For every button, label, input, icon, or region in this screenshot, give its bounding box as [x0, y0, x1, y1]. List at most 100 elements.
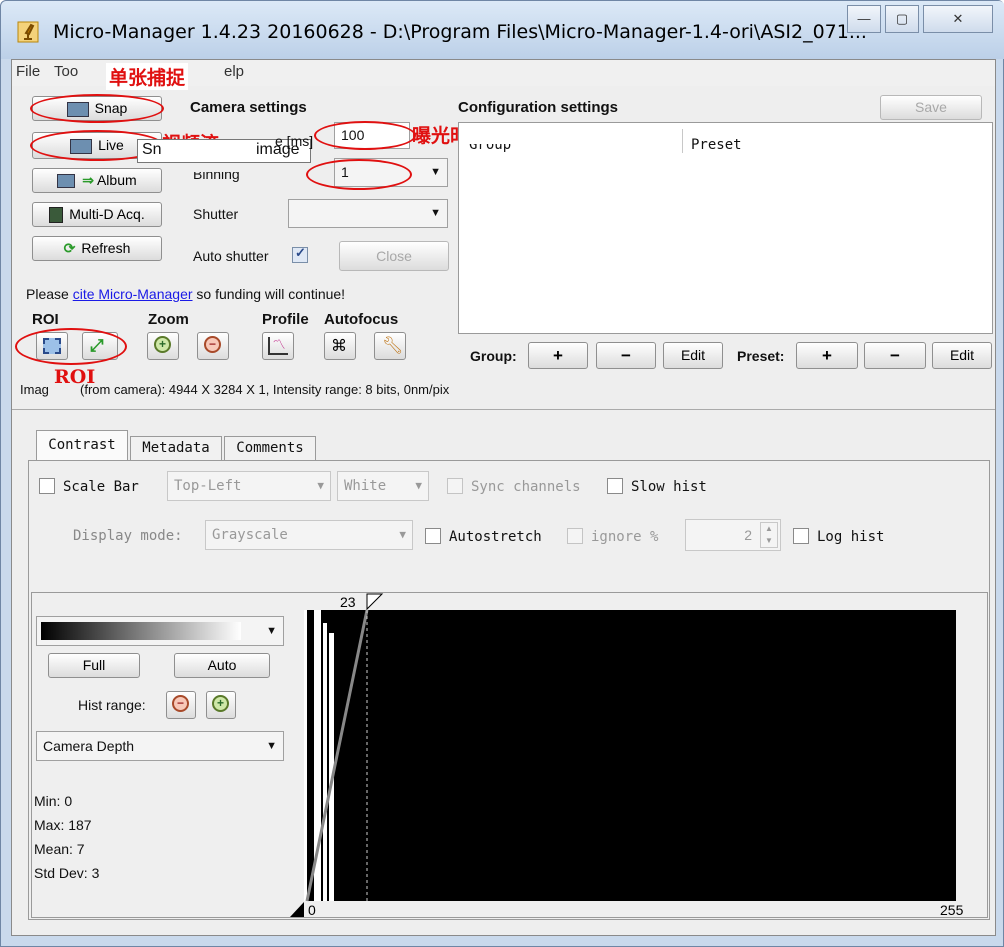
camera-settings-title: Camera settings [190, 99, 307, 116]
sync-channels-checkbox[interactable] [447, 478, 463, 494]
edit-preset-button[interactable]: Edit [932, 342, 992, 369]
autofocus-settings-button[interactable]: 🔧︎ [374, 332, 406, 360]
tooltip-left: Sn [142, 141, 162, 158]
display-mode-label: Display mode: [73, 528, 183, 544]
edit-group-button[interactable]: Edit [663, 342, 723, 369]
ignore-percent-label: ignore % [591, 529, 659, 545]
depth-select[interactable]: Camera Depth ▼ [36, 731, 284, 761]
gradient-swatch [41, 622, 241, 640]
refresh-button[interactable]: ⟳ Refresh [32, 236, 162, 261]
add-preset-button[interactable]: + [796, 342, 858, 369]
tab-comments[interactable]: Comments [224, 436, 316, 460]
scale-bar-position-select[interactable]: Top-Left ▼ [167, 471, 331, 501]
stat-stddev: Std Dev: 3 [34, 865, 100, 881]
axis-max-label: 255 [940, 902, 964, 918]
zoom-in-button[interactable]: + [147, 332, 179, 360]
section-divider [12, 409, 995, 410]
close-window-button[interactable]: ✕ [923, 5, 993, 33]
window-title: Micro-Manager 1.4.23 20160628 - D:\Progr… [53, 21, 867, 43]
tab-contrast[interactable]: Contrast [36, 430, 128, 460]
camera-icon [57, 174, 76, 189]
save-config-button[interactable]: Save [880, 95, 982, 120]
histogram-area: ▼ Full Auto Hist range: − + Camera Depth… [31, 592, 988, 918]
auto-shutter-checkbox[interactable]: ✓ [292, 245, 308, 263]
histogram-background [304, 610, 956, 901]
remove-preset-button[interactable]: − [864, 342, 926, 369]
log-hist-checkbox[interactable] [793, 528, 809, 544]
zoom-out-icon: − [204, 336, 221, 353]
exposure-highlight [314, 121, 416, 150]
autostretch-checkbox[interactable] [425, 528, 441, 544]
arrow-right-icon: ⇒ [82, 172, 94, 188]
roi-highlight [15, 328, 127, 365]
chevron-down-icon: ▼ [415, 479, 422, 492]
chevron-down-icon: ▼ [430, 166, 441, 178]
preset-label: Preset: [737, 348, 785, 364]
zoom-out-button[interactable]: − [197, 332, 229, 360]
multi-d-acq-button[interactable]: Multi-D Acq. [32, 202, 162, 227]
line-profile-button[interactable]: 〽 [262, 332, 294, 360]
menu-help[interactable]: elp [224, 63, 244, 80]
histogram-plot[interactable]: 23 0 255 [290, 593, 970, 918]
exposure-label: e [ms] [275, 133, 314, 149]
scale-bar-color-value: White [344, 478, 387, 494]
film-icon [49, 207, 64, 224]
title-bar[interactable]: Micro-Manager 1.4.23 20160628 - D:\Progr… [1, 1, 1004, 59]
refresh-icon: ⟳ [63, 240, 76, 256]
column-divider [682, 129, 683, 153]
auto-shutter-label: Auto shutter [193, 248, 269, 264]
slow-hist-label: Slow hist [631, 479, 707, 495]
hist-zoom-out-button[interactable]: − [166, 691, 196, 719]
min-handle[interactable] [290, 902, 304, 917]
ignore-percent-spinner[interactable]: 2 ▲ ▼ [685, 519, 781, 551]
autofocus-button[interactable]: ⌘ [324, 332, 356, 360]
scale-bar-color-select[interactable]: White ▼ [337, 471, 429, 501]
configuration-table[interactable]: Group Preset [458, 122, 993, 334]
cite-link[interactable]: cite Micro-Manager [73, 286, 193, 302]
stat-max: Max: 187 [34, 817, 92, 833]
tab-metadata[interactable]: Metadata [130, 436, 222, 460]
configuration-settings-title: Configuration settings [458, 99, 618, 116]
autostretch-label: Autostretch [449, 529, 542, 545]
cite-text: Please cite Micro-Manager so funding wil… [26, 286, 345, 302]
stat-min: Min: 0 [34, 793, 73, 809]
zoom-in-icon: + [212, 695, 229, 712]
album-button[interactable]: ⇒ Album [32, 168, 162, 193]
zoom-out-icon: − [172, 695, 189, 712]
zoom-group-label: Zoom [148, 311, 189, 328]
album-label: Album [96, 172, 137, 188]
chevron-down-icon: ▼ [430, 207, 441, 219]
stats-list: Min: 0 Max: 187 Mean: 7 Std Dev: 3 [34, 789, 99, 885]
scale-bar-label: Scale Bar [63, 479, 139, 495]
auto-range-button[interactable]: Auto [174, 653, 270, 678]
add-group-button[interactable]: + [528, 342, 588, 369]
maximize-button[interactable]: ▢ [885, 5, 919, 33]
close-shutter-button[interactable]: Close [339, 241, 449, 271]
menu-tools[interactable]: Too [54, 63, 78, 80]
contrast-panel: Scale Bar Top-Left ▼ White ▼ Sync channe… [28, 460, 990, 920]
minimize-button[interactable]: — [847, 5, 881, 33]
max-handle[interactable] [366, 593, 384, 611]
scale-bar-checkbox[interactable] [39, 478, 55, 494]
full-range-button[interactable]: Full [48, 653, 140, 678]
hist-zoom-in-button[interactable]: + [206, 691, 236, 719]
ignore-percent-value: 2 [744, 527, 752, 543]
zoom-in-icon: + [154, 336, 171, 353]
cite-prefix: Please [26, 286, 73, 302]
axis-min-label: 0 [308, 902, 316, 918]
shutter-select[interactable]: ▼ [288, 199, 448, 228]
slow-hist-checkbox[interactable] [607, 478, 623, 494]
checkmark-icon: ✓ [295, 245, 306, 260]
cite-suffix: so funding will continue! [192, 286, 346, 302]
lut-select[interactable]: ▼ [36, 616, 284, 646]
remove-group-button[interactable]: − [596, 342, 656, 369]
spinner-arrows-icon[interactable]: ▲ ▼ [760, 522, 778, 548]
main-window: Micro-Manager 1.4.23 20160628 - D:\Progr… [0, 0, 1004, 947]
menu-file[interactable]: File [16, 63, 40, 80]
display-mode-select[interactable]: Grayscale ▼ [205, 520, 413, 550]
client-area: File Too elp 单张捕捉 Snap Live 视频流 Sn image… [11, 59, 996, 936]
binning-highlight [306, 159, 412, 190]
image-info-text: (from camera): 4944 X 3284 X 1, Intensit… [80, 382, 450, 397]
depth-value: Camera Depth [43, 738, 135, 754]
ignore-percent-checkbox[interactable] [567, 528, 583, 544]
